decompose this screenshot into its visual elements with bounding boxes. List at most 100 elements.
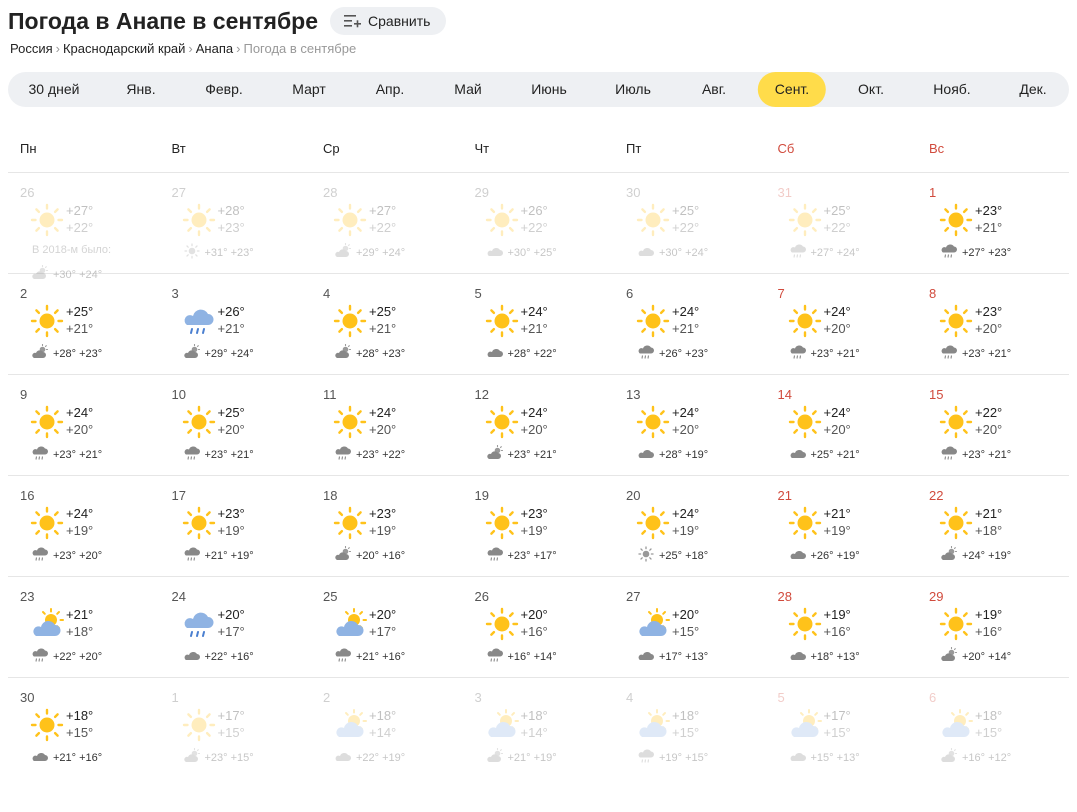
history-sun-cloud-icon	[32, 343, 53, 363]
history-temps: +19° +15°	[638, 748, 708, 767]
history-temps: +21° +19°	[184, 546, 254, 565]
temp-min: +20°	[217, 422, 245, 437]
day-cell[interactable]: 17 +23° +19° +21° +19°	[160, 476, 311, 576]
temp-min: +19°	[823, 523, 851, 538]
day-cell[interactable]: 19 +23° +19° +23° +17°	[463, 476, 614, 576]
day-cell[interactable]: 24 +20° +17° +22° +16°	[160, 577, 311, 677]
breadcrumb-city[interactable]: Анапа	[196, 41, 233, 56]
day-cell[interactable]: 11 +24° +20° +23° +22°	[311, 375, 462, 475]
month-tab-12[interactable]: Нояб.	[916, 72, 987, 107]
day-cell[interactable]: 6 +18° +15° +16° +12°	[917, 678, 1068, 778]
day-cell[interactable]: 29 +26° +22° +30° +25°	[463, 173, 614, 273]
month-tab-10[interactable]: Сент.	[757, 72, 827, 107]
history-temps-text: +15° +13°	[810, 751, 860, 764]
breadcrumb-country[interactable]: Россия	[10, 41, 53, 56]
day-cell[interactable]: 13 +24° +20° +28° +19°	[614, 375, 765, 475]
history-temps: +20° +14°	[941, 646, 1012, 666]
day-cell[interactable]: 30 +25° +22° +30° +24°	[614, 173, 765, 273]
day-cell[interactable]: 26 +20° +16° +16° +14°	[463, 577, 614, 677]
history-rain-cloud-icon	[487, 546, 508, 565]
day-cell[interactable]: 29 +19° +16° +20° +14°	[917, 577, 1068, 677]
month-tab-11[interactable]: Окт.	[841, 72, 901, 107]
temp-min: +19°	[672, 523, 700, 538]
day-cell[interactable]: 1 +23° +21° +27° +23°	[917, 173, 1068, 273]
sun-cloud-icon	[333, 708, 367, 742]
temp-min: +18°	[66, 624, 94, 639]
history-temps-text: +20° +14°	[962, 650, 1012, 663]
day-cell[interactable]: 5 +17° +15° +15° +13°	[766, 678, 917, 778]
history-rain-cloud-icon	[790, 344, 811, 363]
temp-min: +22°	[369, 220, 397, 235]
day-cell[interactable]: 7 +24° +20° +23° +21°	[766, 274, 917, 374]
day-cell[interactable]: 5 +24° +21° +28° +22°	[463, 274, 614, 374]
month-tab-7[interactable]: Июнь	[514, 72, 584, 107]
day-cell[interactable]: 15 +22° +20° +23° +21°	[917, 375, 1068, 475]
month-tab-6[interactable]: Май	[437, 72, 498, 107]
rain-cloud-icon-graphic	[184, 309, 213, 334]
month-tab-3[interactable]: Февр.	[188, 72, 260, 107]
month-tab-13[interactable]: Дек.	[1002, 72, 1063, 107]
sun-icon	[333, 405, 367, 439]
day-cell[interactable]: 3 +18° +14° +21° +19°	[463, 678, 614, 778]
day-cell[interactable]: 30 +18° +15° +21° +16°	[8, 678, 159, 778]
day-cell[interactable]: 2 +18° +14° +22° +19°	[311, 678, 462, 778]
day-cell[interactable]: 28 +27° +22° +29° +24°	[311, 173, 462, 273]
day-cell[interactable]: 22 +21° +18° +24° +19°	[917, 476, 1068, 576]
month-tab-4[interactable]: Март	[275, 72, 343, 107]
day-cell[interactable]: 14 +24° +20° +25° +21°	[766, 375, 917, 475]
day-cell[interactable]: 21 +21° +19° +26° +19°	[766, 476, 917, 576]
day-cell[interactable]: 27 +28° +23° +31° +23°	[160, 173, 311, 273]
day-cell[interactable]: 9 +24° +20° +23° +21°	[8, 375, 159, 475]
day-cell[interactable]: 23 +21° +18° +22° +20°	[8, 577, 159, 677]
sun-icon-graphic	[788, 607, 821, 641]
day-cell[interactable]: 26 +27° +22° В 2018-м было: +30° +24°	[8, 173, 159, 281]
sun-icon-graphic	[182, 203, 215, 237]
page-header: Погода в Анапе в сентябре Сравнить	[8, 4, 447, 38]
history-temps: +16° +14°	[487, 647, 557, 666]
day-cell[interactable]: 4 +25° +21° +28° +23°	[311, 274, 462, 374]
sun-cloud-icon	[636, 708, 670, 742]
day-cell[interactable]: 8 +23° +20° +23° +21°	[917, 274, 1068, 374]
temp-min: +22°	[66, 220, 94, 235]
day-cell[interactable]: 20 +24° +19° +25° +18°	[614, 476, 765, 576]
temp-max: +24°	[823, 304, 851, 319]
history-sun-cloud-icon	[486, 747, 508, 767]
sun-icon-graphic	[30, 405, 64, 439]
temp-max: +21°	[975, 506, 1003, 521]
sun-icon	[333, 506, 367, 540]
day-cell[interactable]: 1 +17° +15° +23° +15°	[160, 678, 311, 778]
history-temps: +23° +21°	[32, 445, 102, 464]
compare-button[interactable]: Сравнить	[330, 7, 447, 35]
day-number: 12	[474, 387, 489, 402]
month-tab-5[interactable]: Апр.	[359, 72, 422, 107]
day-cell[interactable]: 3 +26° +21° +29° +24°	[160, 274, 311, 374]
day-cell[interactable]: 18 +23° +19° +20° +16°	[311, 476, 462, 576]
day-cell[interactable]: 2 +25° +21° +28° +23°	[8, 274, 159, 374]
history-temps-text: +26° +19°	[810, 549, 860, 562]
history-sun-cloud-icon	[183, 343, 205, 363]
sun-icon	[788, 304, 822, 338]
sun-icon	[636, 405, 670, 439]
day-cell[interactable]: 28 +19° +16° +18° +13°	[766, 577, 917, 677]
day-cell[interactable]: 4 +18° +15° +19° +15°	[614, 678, 765, 778]
breadcrumb-region[interactable]: Краснодарский край	[63, 41, 185, 56]
month-tab-1[interactable]: 30 дней	[12, 72, 97, 107]
temp-max: +24°	[520, 405, 548, 420]
month-tab-8[interactable]: Июль	[598, 72, 668, 107]
history-cloud-icon	[184, 647, 205, 666]
day-cell[interactable]: 31 +25° +22° +27° +24°	[766, 173, 917, 273]
day-cell[interactable]: 27 +20° +15° +17° +13°	[614, 577, 765, 677]
month-tab-2[interactable]: Янв.	[109, 72, 172, 107]
sun-cloud-icon-graphic	[639, 608, 670, 636]
sun-icon-graphic	[30, 708, 64, 742]
day-cell[interactable]: 25 +20° +17° +21° +16°	[311, 577, 462, 677]
sun-icon	[30, 708, 64, 742]
temp-min: +20°	[520, 422, 548, 437]
temp-min: +21°	[217, 321, 245, 336]
day-cell[interactable]: 12 +24° +20° +23° +21°	[463, 375, 614, 475]
day-cell[interactable]: 16 +24° +19° +23° +20°	[8, 476, 159, 576]
compare-label: Сравнить	[368, 13, 431, 29]
day-cell[interactable]: 6 +24° +21° +26° +23°	[614, 274, 765, 374]
month-tab-9[interactable]: Авг.	[685, 72, 743, 107]
day-cell[interactable]: 10 +25° +20° +23° +21°	[160, 375, 311, 475]
